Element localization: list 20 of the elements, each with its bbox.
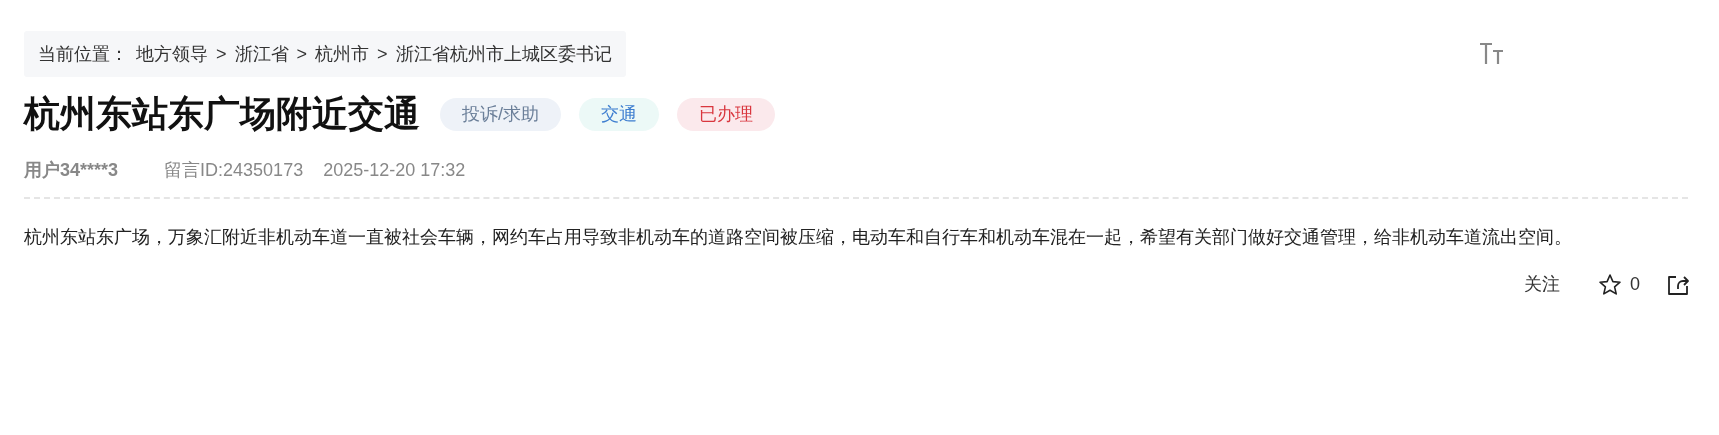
breadcrumb-separator: > [296,42,308,66]
follow-button[interactable]: 关注 [1524,271,1560,298]
post-time: 2025-12-20 17:32 [323,158,466,182]
star-button[interactable]: 0 [1598,271,1640,298]
tag: 交通 [579,97,659,131]
breadcrumb-link[interactable]: 地方领导 [136,40,208,68]
breadcrumb-link[interactable]: 浙江省 [234,40,289,68]
breadcrumb-separator: > [377,42,388,66]
page-title: 杭州东站东广场附近交通 [24,92,420,136]
breadcrumb-label: 当前位置： [38,42,128,66]
breadcrumb-link[interactable]: 浙江省杭州市上城区委书记 [395,40,612,68]
message-id: 留言ID:24350173 [164,158,304,182]
tag: 投诉/求助 [440,97,561,131]
message-body: 杭州东站东广场，万象汇附近非机动车道一直被社会车辆，网约车占用导致非机动车的道路空间被压缩，电动车和自行车和机动车混在一起，希望有关部门做好交通管理，给非机动车道流出空间。 [24,226,1573,249]
user-name: 用户34****3 [24,158,119,182]
font-size-icon[interactable] [1479,43,1505,65]
star-icon [1598,272,1622,297]
tag: 已办理 [677,97,775,131]
breadcrumb-link[interactable]: 杭州市 [315,40,370,68]
breadcrumb-separator: > [216,42,227,66]
